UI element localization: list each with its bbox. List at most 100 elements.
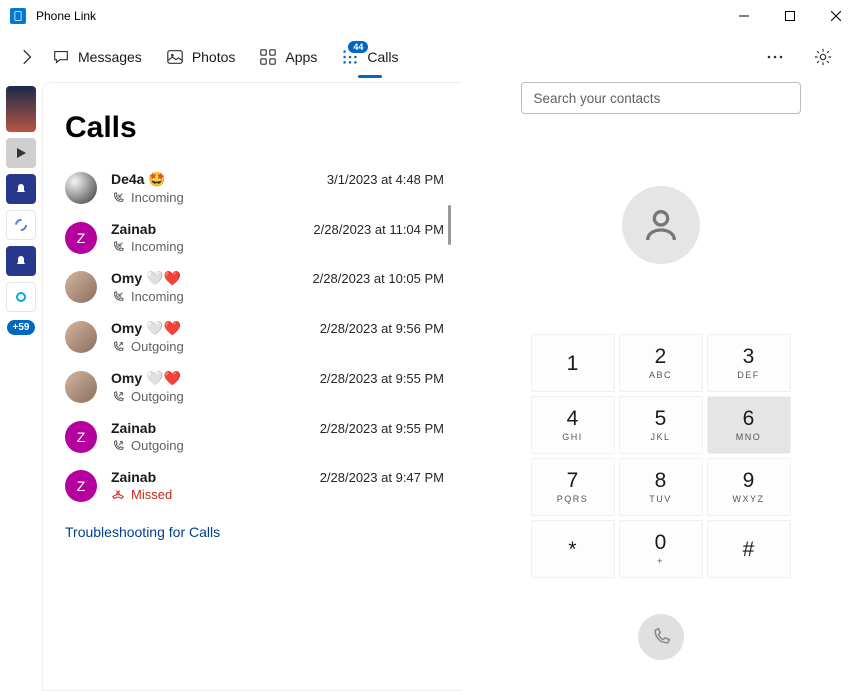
call-item[interactable]: ZZainab2/28/2023 at 11:04 PMIncoming	[43, 213, 462, 262]
gear-icon	[814, 48, 832, 66]
dialpad-key-3[interactable]: 3 DEF	[707, 334, 791, 392]
dialpad-key-5[interactable]: 5 JKL	[619, 396, 703, 454]
digit: #	[743, 539, 755, 560]
call-type: Missed	[111, 487, 444, 502]
call-time: 2/28/2023 at 10:05 PM	[312, 271, 444, 286]
app-title: Phone Link	[36, 9, 96, 23]
wallpaper-thumb[interactable]	[6, 86, 36, 132]
letters: JKL	[650, 432, 670, 442]
search-contacts-input[interactable]: Search your contacts	[521, 82, 801, 114]
close-button[interactable]	[813, 0, 859, 32]
avatar	[65, 172, 97, 204]
tab-messages[interactable]: Messages	[52, 44, 142, 70]
side-count-badge: +59	[7, 320, 36, 335]
avatar: Z	[65, 470, 97, 502]
tab-apps[interactable]: Apps	[259, 44, 317, 70]
call-name: Omy 🤍❤️	[111, 270, 181, 287]
apps-icon	[259, 48, 277, 66]
tab-photos[interactable]: Photos	[166, 44, 236, 70]
digit: 1	[567, 353, 579, 374]
digit: 3	[743, 346, 755, 367]
digit: 7	[567, 470, 579, 491]
digit: 2	[655, 346, 667, 367]
call-type: Outgoing	[111, 438, 444, 453]
dialpad-key-0[interactable]: 0+	[619, 520, 703, 578]
contact-avatar	[622, 186, 700, 264]
scrollbar[interactable]	[448, 205, 451, 245]
tab-calls[interactable]: 44 Calls	[341, 44, 398, 70]
digit: 6	[743, 408, 755, 429]
call-list: De4a 🤩3/1/2023 at 4:48 PMIncoming Z Zainab…	[43, 163, 462, 510]
dialpad-key-6[interactable]: 6MNO	[707, 396, 791, 454]
letters: PQRS	[557, 494, 589, 504]
call-name: Omy 🤍❤️	[111, 370, 181, 387]
call-name: Zainab	[111, 221, 156, 237]
digit: 9	[743, 470, 755, 491]
search-placeholder: Search your contacts	[534, 91, 661, 106]
dialpad-key-#[interactable]: #	[707, 520, 791, 578]
settings-button[interactable]	[807, 41, 839, 73]
tab-label: Photos	[192, 49, 236, 65]
dialpad-key-7[interactable]: 7 PQRS	[531, 458, 615, 516]
call-item[interactable]: Z Zainab 2/28/2023 at 9:47 PM Missed	[43, 461, 462, 510]
app-icon	[10, 8, 26, 24]
app-tile-g[interactable]	[6, 210, 36, 240]
dialpad: 1 2ABC 3 DEF 4GHI 5 JKL 6MNO 7 PQRS 8 TUV 9 WXYZ * 0+ #	[531, 334, 791, 578]
letters: GHI	[562, 432, 583, 442]
call-item[interactable]: ZZainab2/28/2023 at 9:55 PMOutgoing	[43, 412, 462, 461]
titlebar: Phone Link	[0, 0, 859, 32]
dialpad-key-4[interactable]: 4GHI	[531, 396, 615, 454]
dialpad-key-*[interactable]: *	[531, 520, 615, 578]
letters: WXYZ	[733, 494, 765, 504]
digit: 0	[655, 532, 667, 553]
digit: *	[568, 539, 576, 560]
call-item[interactable]: Omy 🤍❤️ 2/28/2023 at 9:55 PM Outgoing	[43, 362, 462, 412]
calls-panel: Calls De4a 🤩3/1/2023 at 4:48 PMIncoming Z…	[42, 82, 462, 691]
more-button[interactable]	[759, 41, 791, 73]
digit: 5	[655, 408, 667, 429]
letters: TUV	[649, 494, 672, 504]
tab-label: Calls	[367, 49, 398, 65]
app-tile-o[interactable]	[6, 282, 36, 312]
call-type: Outgoing	[111, 339, 444, 354]
avatar	[65, 371, 97, 403]
call-name: Omy 🤍❤️	[111, 320, 181, 337]
call-type: Outgoing	[111, 389, 444, 404]
tab-label: Apps	[285, 49, 317, 65]
maximize-button[interactable]	[767, 0, 813, 32]
page-title: Calls	[43, 83, 462, 163]
digit: 8	[655, 470, 667, 491]
back-button[interactable]	[10, 41, 42, 73]
call-time: 3/1/2023 at 4:48 PM	[327, 172, 444, 187]
avatar	[65, 271, 97, 303]
side-rail: +59	[0, 82, 42, 691]
person-icon	[641, 205, 681, 245]
avatar: Z	[65, 421, 97, 453]
call-name: Zainab	[111, 469, 156, 485]
media-play-tile[interactable]	[6, 138, 36, 168]
notification-tile-1[interactable]	[6, 174, 36, 204]
messages-icon	[52, 48, 70, 66]
call-type: Incoming	[111, 289, 444, 304]
calls-badge: 44	[347, 40, 369, 54]
phone-icon	[651, 627, 671, 647]
minimize-button[interactable]	[721, 0, 767, 32]
dial-button[interactable]	[638, 614, 684, 660]
call-time: 2/28/2023 at 9:55 PM	[320, 421, 444, 436]
letters: DEF	[737, 370, 760, 380]
dialpad-key-1[interactable]: 1	[531, 334, 615, 392]
dialpad-key-2[interactable]: 2ABC	[619, 334, 703, 392]
call-item[interactable]: Omy 🤍❤️ 2/28/2023 at 9:56 PM Outgoing	[43, 312, 462, 362]
notification-tile-2[interactable]	[6, 246, 36, 276]
call-time: 2/28/2023 at 9:47 PM	[320, 470, 444, 485]
call-item[interactable]: Omy 🤍❤️ 2/28/2023 at 10:05 PM Incoming	[43, 262, 462, 312]
dialpad-key-8[interactable]: 8 TUV	[619, 458, 703, 516]
call-time: 2/28/2023 at 9:55 PM	[320, 371, 444, 386]
tab-label: Messages	[78, 49, 142, 65]
call-time: 2/28/2023 at 9:56 PM	[320, 321, 444, 336]
dialpad-key-9[interactable]: 9 WXYZ	[707, 458, 791, 516]
call-item[interactable]: De4a 🤩3/1/2023 at 4:48 PMIncoming	[43, 163, 462, 213]
call-time: 2/28/2023 at 11:04 PM	[313, 222, 444, 237]
troubleshoot-link[interactable]: Troubleshooting for Calls	[43, 510, 462, 554]
avatar	[65, 321, 97, 353]
